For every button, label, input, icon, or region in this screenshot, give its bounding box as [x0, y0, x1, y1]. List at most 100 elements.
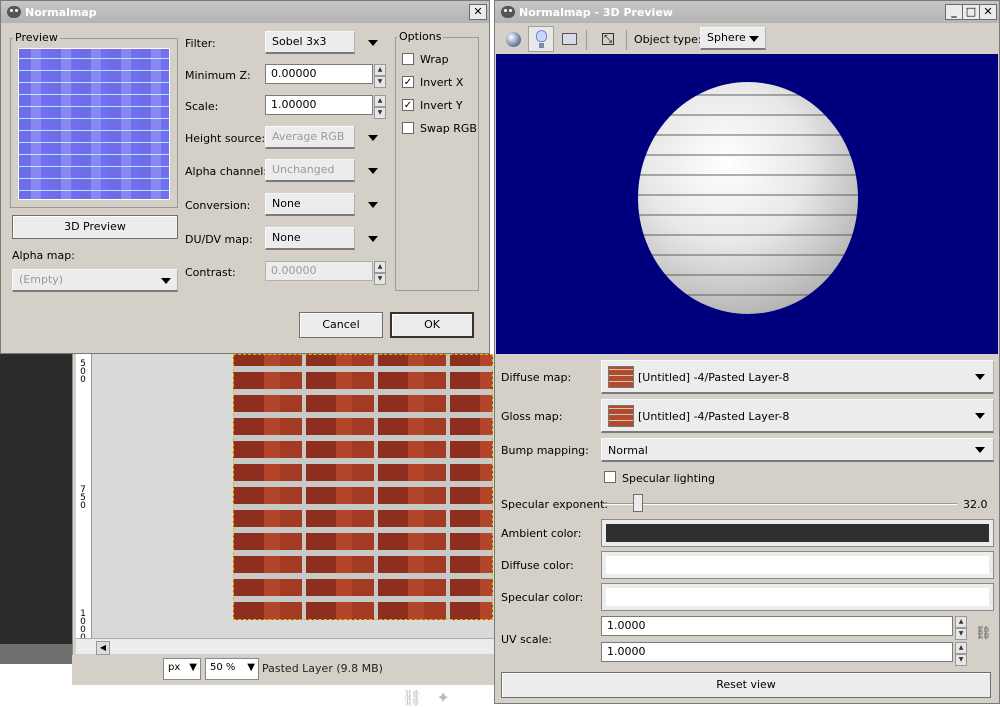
- diffuse-color-button[interactable]: [601, 551, 994, 579]
- bump-mapping-select[interactable]: Normal: [601, 438, 994, 462]
- decrement-icon[interactable]: ▼: [374, 107, 386, 119]
- options-group-label: Options: [397, 30, 444, 43]
- zoom-select[interactable]: 50 % ▼: [205, 658, 259, 680]
- preview-group-label: Preview: [13, 31, 60, 44]
- chevron-down-icon: [975, 374, 985, 380]
- increment-icon[interactable]: ▲: [374, 261, 386, 273]
- increment-icon[interactable]: ▲: [374, 64, 386, 76]
- dudv-map-select[interactable]: None: [265, 227, 355, 250]
- normalmap-titlebar[interactable]: Normalmap ✕: [1, 1, 489, 23]
- wrap-option[interactable]: Wrap: [402, 53, 478, 69]
- close-button[interactable]: ✕: [469, 4, 487, 20]
- chevron-down-icon: ▼: [247, 662, 255, 673]
- image-icon: [562, 33, 577, 45]
- vertical-ruler: 500 750 1000: [76, 354, 92, 643]
- filter-select[interactable]: Sobel 3x3: [265, 31, 355, 54]
- link-icon: ⛓: [402, 688, 437, 707]
- specular-exponent-slider[interactable]: [603, 503, 957, 505]
- horizontal-scrollbar[interactable]: ◀: [76, 638, 496, 655]
- diffuse-map-select[interactable]: [Untitled] -4/Pasted Layer-8: [601, 360, 994, 394]
- chevron-down-icon[interactable]: [368, 236, 378, 242]
- object-type-select[interactable]: Sphere: [700, 27, 766, 50]
- scroll-left-icon[interactable]: ◀: [96, 641, 110, 655]
- chevron-down-icon[interactable]: [368, 135, 378, 141]
- decrement-icon[interactable]: ▼: [374, 273, 386, 285]
- invert-x-checkbox[interactable]: ✓: [402, 76, 414, 88]
- decrement-icon[interactable]: ▼: [955, 628, 967, 640]
- sphere-icon: [506, 32, 521, 47]
- toolbar-separator: [586, 30, 587, 50]
- specular-exponent-value: 32.0: [963, 498, 988, 511]
- reset-view-button[interactable]: Reset view: [501, 672, 991, 698]
- 3d-preview-button[interactable]: 3D Preview: [12, 215, 178, 239]
- unit-select[interactable]: px ▼: [163, 658, 201, 680]
- chevron-down-icon: [975, 447, 985, 453]
- decrement-icon[interactable]: ▼: [374, 76, 386, 88]
- maximize-button[interactable]: □: [962, 4, 980, 20]
- close-button[interactable]: ✕: [979, 4, 997, 20]
- uv-scale-v-input[interactable]: 1.0000: [601, 642, 953, 662]
- chevron-down-icon[interactable]: [368, 40, 378, 46]
- chevron-down-icon[interactable]: [368, 202, 378, 208]
- specular-color-label: Specular color:: [501, 591, 584, 604]
- uv-scale-v-stepper[interactable]: ▲ ▼: [955, 642, 967, 666]
- object-view-button[interactable]: [500, 26, 526, 52]
- light-view-button[interactable]: [528, 26, 554, 52]
- height-source-select[interactable]: Average RGB: [265, 126, 355, 149]
- image-view-button[interactable]: [556, 26, 582, 52]
- gloss-map-select[interactable]: [Untitled] -4/Pasted Layer-8: [601, 399, 994, 433]
- gimp-icon: [501, 6, 515, 18]
- chevron-down-icon: [161, 278, 171, 284]
- diffuse-map-thumbnail: [608, 366, 634, 388]
- alpha-map-select[interactable]: (Empty): [12, 269, 178, 292]
- alpha-channel-label: Alpha channel:: [185, 165, 268, 178]
- uv-scale-u-input[interactable]: 1.0000: [601, 616, 953, 636]
- conversion-select[interactable]: None: [265, 193, 355, 216]
- chevron-down-icon[interactable]: [368, 168, 378, 174]
- swap-rgb-checkbox[interactable]: [402, 122, 414, 134]
- specular-lighting-option[interactable]: Specular lighting: [604, 471, 734, 487]
- contrast-stepper[interactable]: ▲ ▼: [374, 261, 386, 285]
- scale-input[interactable]: 1.00000: [265, 95, 373, 115]
- invert-y-option[interactable]: ✓ Invert Y: [402, 99, 478, 115]
- specular-lighting-checkbox[interactable]: [604, 471, 616, 483]
- conversion-label: Conversion:: [185, 199, 251, 212]
- invert-y-checkbox[interactable]: ✓: [402, 99, 414, 111]
- invert-x-option[interactable]: ✓ Invert X: [402, 76, 478, 92]
- specular-exponent-label: Specular exponent:: [501, 498, 609, 511]
- increment-icon[interactable]: ▲: [374, 95, 386, 107]
- alpha-channel-select[interactable]: Unchanged: [265, 159, 355, 182]
- 3d-preview-titlebar[interactable]: Normalmap - 3D Preview _ □ ✕: [495, 1, 999, 23]
- fullscreen-icon: ⤡: [602, 33, 614, 45]
- minimum-z-input[interactable]: 0.00000: [265, 64, 373, 84]
- decrement-icon[interactable]: ▼: [955, 654, 967, 666]
- minimize-button[interactable]: _: [945, 4, 963, 20]
- ruler-tick-500: 500: [80, 359, 86, 385]
- ok-button[interactable]: OK: [390, 312, 474, 338]
- gimp-icon: [7, 6, 21, 18]
- scale-label: Scale:: [185, 100, 219, 113]
- bump-mapped-sphere[interactable]: [638, 82, 858, 314]
- chevron-down-icon: ▼: [189, 662, 197, 673]
- ambient-color-button[interactable]: [601, 519, 994, 547]
- increment-icon[interactable]: ▲: [955, 642, 967, 654]
- specular-lighting-label: Specular lighting: [622, 472, 715, 485]
- swap-rgb-label: Swap RGB: [420, 122, 477, 135]
- wrap-checkbox[interactable]: [402, 53, 414, 65]
- brick-layer-image[interactable]: [233, 354, 493, 620]
- slider-handle[interactable]: [632, 494, 643, 512]
- lightbulb-base: [539, 43, 544, 48]
- uv-scale-u-stepper[interactable]: ▲ ▼: [955, 616, 967, 640]
- filter-label: Filter:: [185, 37, 216, 50]
- increment-icon[interactable]: ▲: [955, 616, 967, 628]
- scale-stepper[interactable]: ▲ ▼: [374, 95, 386, 119]
- swap-rgb-option[interactable]: Swap RGB: [402, 122, 478, 138]
- minimum-z-stepper[interactable]: ▲ ▼: [374, 64, 386, 88]
- fullscreen-button[interactable]: ⤡: [595, 26, 621, 52]
- cancel-button[interactable]: Cancel: [299, 312, 383, 338]
- contrast-input[interactable]: 0.00000: [265, 261, 373, 281]
- gloss-map-value: [Untitled] -4/Pasted Layer-8: [638, 410, 790, 423]
- diffuse-map-label: Diffuse map:: [501, 371, 572, 384]
- specular-color-button[interactable]: [601, 583, 994, 611]
- chain-link-icon[interactable]: ⛓: [975, 626, 992, 648]
